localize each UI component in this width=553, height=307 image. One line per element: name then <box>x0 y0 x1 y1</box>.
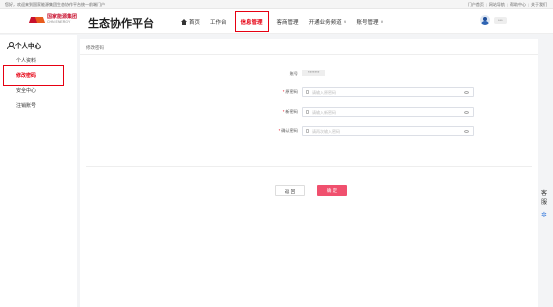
account-label: 账号 <box>289 71 298 76</box>
account-row: 账号 ******* <box>80 69 538 79</box>
new-password-placeholder: 请输入新密码 <box>312 110 336 115</box>
new-password-label: *新密码 <box>282 109 298 114</box>
lock-icon <box>306 129 309 133</box>
home-icon <box>181 18 187 25</box>
confirm-password-row: *确认密码 请再次输入密码 <box>80 126 538 136</box>
welcome-text: 您好，欢迎来到国家能源集团生态协作平台统一前端门户 <box>5 2 105 7</box>
confirm-password-placeholder: 请再次输入密码 <box>312 129 340 134</box>
new-password-row: *新密码 请输入新密码 <box>80 107 538 117</box>
nav-info-management[interactable]: 信息管理 <box>234 11 269 32</box>
settings-icon[interactable]: ✲ <box>541 211 549 219</box>
user-menu[interactable]: *** <box>480 15 507 25</box>
nav-account-management[interactable]: 账号管理 ∨ <box>352 9 389 34</box>
username: *** <box>494 16 507 24</box>
main-nav: 首页 工作台 信息管理 客商管理 开通业务频道 ∨ 账号管理 ∨ <box>176 9 388 34</box>
logo-text-en: CHN ENERGY <box>47 20 71 25</box>
old-password-row: *原密码 请输入原密码 <box>80 87 538 97</box>
top-link-portal-home[interactable]: 门户首页 <box>468 2 484 8</box>
top-link-about[interactable]: 关于我们 <box>531 2 547 8</box>
separator: | <box>527 2 529 7</box>
confirm-password-input[interactable]: 请再次输入密码 <box>302 126 474 136</box>
back-button[interactable]: 返 回 <box>275 185 305 196</box>
nav-workbench[interactable]: 工作台 <box>205 9 232 34</box>
sidebar-item-security-center[interactable]: 安全中心 <box>16 87 36 94</box>
nav-merchant-management[interactable]: 客商管理 <box>272 9 304 34</box>
eye-icon[interactable] <box>464 129 469 133</box>
avatar[interactable] <box>480 15 490 25</box>
main-header: 国家能源集团 CHN ENERGY 生态协作平台 首页 工作台 信息管理 客商管… <box>0 9 553 34</box>
person-icon <box>7 42 15 49</box>
confirm-button[interactable]: 确 定 <box>317 185 347 196</box>
nav-open-business-channel[interactable]: 开通业务频道 ∨ <box>304 9 352 34</box>
new-password-input[interactable]: 请输入新密码 <box>302 107 474 117</box>
eye-icon[interactable] <box>464 90 469 94</box>
divider <box>80 54 538 55</box>
customer-service-icon[interactable]: 客服 <box>541 188 549 206</box>
chn-energy-logo-icon <box>30 15 44 25</box>
sidebar-item-profile[interactable]: 个人资料 <box>16 57 36 64</box>
main-content: 修改密码 账号 ******* *原密码 请输入原密码 *新密码 请输入新密码 … <box>80 39 538 307</box>
site-title: 生态协作平台 <box>88 18 154 30</box>
old-password-input[interactable]: 请输入原密码 <box>302 87 474 97</box>
breadcrumb: 修改密码 <box>86 45 104 50</box>
top-link-help[interactable]: 帮助中心 <box>510 2 526 8</box>
lock-icon <box>306 90 309 94</box>
sidebar: 个人中心 个人资料 修改密码 安全中心 注销账号 <box>0 35 77 307</box>
sidebar-title: 个人中心 <box>7 40 41 50</box>
chevron-down-icon: ∨ <box>343 19 347 24</box>
floating-toolbar: 客服 ✲ <box>541 188 549 219</box>
separator: | <box>506 2 508 7</box>
top-links: 门户首页 | 网站导航 | 帮助中心 | 关于我们 <box>468 2 547 8</box>
top-utility-bar: 您好，欢迎来到国家能源集团生态协作平台统一前端门户 门户首页 | 网站导航 | … <box>0 0 553 9</box>
top-link-site-nav[interactable]: 网站导航 <box>489 2 505 8</box>
account-value: ******* <box>302 70 326 76</box>
divider <box>86 166 532 167</box>
sidebar-item-deactivate-account[interactable]: 注销账号 <box>16 102 36 109</box>
sidebar-item-change-password[interactable]: 修改密码 <box>16 72 36 79</box>
old-password-label: *原密码 <box>282 89 298 94</box>
confirm-password-label: *确认密码 <box>278 128 298 133</box>
old-password-placeholder: 请输入原密码 <box>312 90 336 95</box>
separator: | <box>485 2 487 7</box>
brand-logo[interactable]: 国家能源集团 CHN ENERGY <box>30 15 77 25</box>
nav-home[interactable]: 首页 <box>176 9 205 34</box>
eye-icon[interactable] <box>464 110 469 114</box>
chevron-down-icon: ∨ <box>380 19 384 24</box>
lock-icon <box>306 110 309 114</box>
